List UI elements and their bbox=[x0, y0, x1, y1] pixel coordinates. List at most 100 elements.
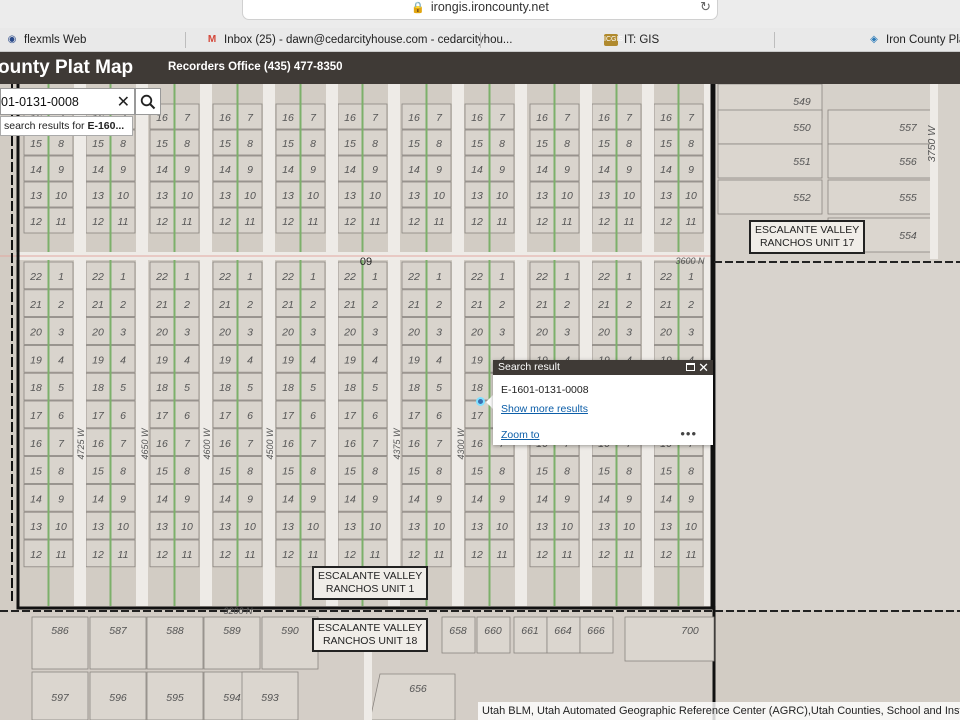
more-options-icon[interactable]: ••• bbox=[680, 426, 697, 441]
lot-number: 10 bbox=[433, 190, 445, 202]
map-attribution: Utah BLM, Utah Automated Geographic Refe… bbox=[478, 702, 960, 720]
url-text: irongis.ironcounty.net bbox=[430, 0, 549, 14]
lot-number: 21 bbox=[659, 299, 672, 311]
lot-number: 19 bbox=[282, 354, 294, 366]
search-button[interactable] bbox=[135, 88, 161, 115]
lot-number: 20 bbox=[535, 327, 548, 339]
lot-number: 20 bbox=[659, 327, 672, 339]
lot-number: 10 bbox=[623, 521, 635, 533]
road-label: 3750 W bbox=[926, 125, 938, 162]
lot-number: 2 bbox=[625, 299, 632, 311]
lot-number: 22 bbox=[218, 271, 231, 283]
road bbox=[74, 84, 86, 606]
lot-number: 21 bbox=[29, 299, 42, 311]
lot-number: 15 bbox=[282, 466, 294, 478]
lot-number: 4 bbox=[184, 354, 190, 366]
plat-label-unit-18: ESCALANTE VALLEY RANCHOS UNIT 18 bbox=[312, 618, 429, 652]
lot-number: 14 bbox=[660, 493, 672, 505]
lot-number: 18 bbox=[156, 382, 168, 394]
lot-number: 11 bbox=[182, 549, 193, 561]
lot-number: 12 bbox=[344, 216, 356, 228]
lot-number: 22 bbox=[470, 271, 483, 283]
lot-number: 555 bbox=[899, 192, 917, 204]
lot-number: 8 bbox=[499, 138, 505, 150]
lot-number: 10 bbox=[307, 521, 319, 533]
lot-number: 8 bbox=[564, 466, 570, 478]
lot-number: 17 bbox=[408, 410, 421, 422]
lot-number: 15 bbox=[219, 138, 231, 150]
search-result-marker[interactable] bbox=[476, 397, 485, 406]
lot-number: 3 bbox=[626, 327, 632, 339]
lot-number: 15 bbox=[660, 138, 672, 150]
lot-number: 556 bbox=[899, 156, 917, 168]
lot-number: 8 bbox=[688, 138, 694, 150]
east-parcel-area bbox=[714, 262, 960, 610]
lot-number: 12 bbox=[536, 216, 548, 228]
search-suggestion[interactable]: search results for E-160... bbox=[0, 116, 133, 136]
close-icon[interactable]: ✕ bbox=[117, 92, 130, 112]
lot-number: 596 bbox=[109, 692, 127, 704]
address-bar[interactable]: 🔒 irongis.ironcounty.net ↻ bbox=[242, 0, 718, 20]
plat-map-icon: ◈ bbox=[870, 34, 878, 45]
zoom-to-link[interactable]: Zoom to bbox=[501, 429, 540, 441]
popup-pointer bbox=[486, 395, 493, 409]
lot-number: 10 bbox=[561, 190, 573, 202]
lot-number: 658 bbox=[449, 625, 467, 637]
lot-number: 1 bbox=[372, 271, 378, 283]
lot-number: 20 bbox=[218, 327, 231, 339]
app-subtitle: Recorders Office (435) 477-8350 bbox=[168, 61, 343, 73]
lot-number: 16 bbox=[471, 438, 483, 450]
lot-number: 12 bbox=[30, 216, 42, 228]
lot-number: 11 bbox=[434, 549, 445, 561]
show-more-results-link[interactable]: Show more results bbox=[501, 403, 588, 415]
bookmark-it-gis[interactable]: ICGIS IT: GIS bbox=[604, 28, 659, 52]
lot-number: 6 bbox=[372, 410, 378, 422]
lot-number: 10 bbox=[623, 190, 635, 202]
lot-number: 11 bbox=[562, 549, 573, 561]
lot-number: 17 bbox=[282, 410, 295, 422]
lot-number: 1 bbox=[120, 271, 126, 283]
bookmark-flexmls[interactable]: ◉ flexmls Web bbox=[6, 28, 87, 52]
lot-number: 1 bbox=[564, 271, 570, 283]
search-input[interactable] bbox=[1, 94, 109, 109]
lot-parcel bbox=[624, 616, 715, 662]
lot-number: 16 bbox=[408, 112, 420, 124]
lot-number: 587 bbox=[109, 625, 128, 637]
lot-number: 4 bbox=[310, 354, 316, 366]
lot-number: 13 bbox=[92, 190, 104, 202]
lot-number: 19 bbox=[156, 354, 168, 366]
tab-separator bbox=[480, 32, 481, 48]
lot-number: 11 bbox=[686, 549, 697, 561]
maximize-icon[interactable] bbox=[686, 363, 695, 371]
lot-number: 16 bbox=[344, 112, 356, 124]
lot-number: 666 bbox=[587, 625, 605, 637]
bookmark-gmail[interactable]: M Inbox (25) - dawn@cedarcityhouse.com -… bbox=[206, 28, 513, 52]
gis-icon: ICGIS bbox=[604, 34, 623, 46]
lot-number: 14 bbox=[219, 493, 231, 505]
lot-number: 13 bbox=[344, 190, 356, 202]
lot-number: 12 bbox=[92, 216, 104, 228]
reload-icon[interactable]: ↻ bbox=[700, 0, 711, 15]
lot-number: 9 bbox=[58, 164, 64, 176]
lot-number: 5 bbox=[247, 382, 253, 394]
lot-number: 552 bbox=[793, 192, 811, 204]
lot-number: 19 bbox=[344, 354, 356, 366]
lot-number: 9 bbox=[499, 493, 505, 505]
bookmark-iron-county-plat-map[interactable]: ◈ Iron County Plat M bbox=[868, 28, 960, 52]
road bbox=[580, 84, 592, 606]
lot-number: 11 bbox=[56, 216, 67, 228]
browser-toolbar: 🔒 irongis.ironcounty.net ↻ bbox=[0, 0, 960, 28]
lot-number: 8 bbox=[499, 466, 505, 478]
lot-number: 1 bbox=[688, 271, 694, 283]
lot-number: 13 bbox=[30, 190, 42, 202]
lot-number: 16 bbox=[92, 438, 104, 450]
lot-number: 14 bbox=[598, 164, 610, 176]
lot-number: 18 bbox=[92, 382, 104, 394]
lot-number: 9 bbox=[247, 493, 253, 505]
lot-number: 13 bbox=[598, 190, 610, 202]
search-box[interactable]: ✕ bbox=[0, 88, 135, 115]
lot-number: 14 bbox=[344, 493, 356, 505]
close-icon[interactable]: ✕ bbox=[698, 360, 709, 375]
lot-number: 12 bbox=[156, 549, 168, 561]
lot-number: 551 bbox=[793, 156, 811, 168]
